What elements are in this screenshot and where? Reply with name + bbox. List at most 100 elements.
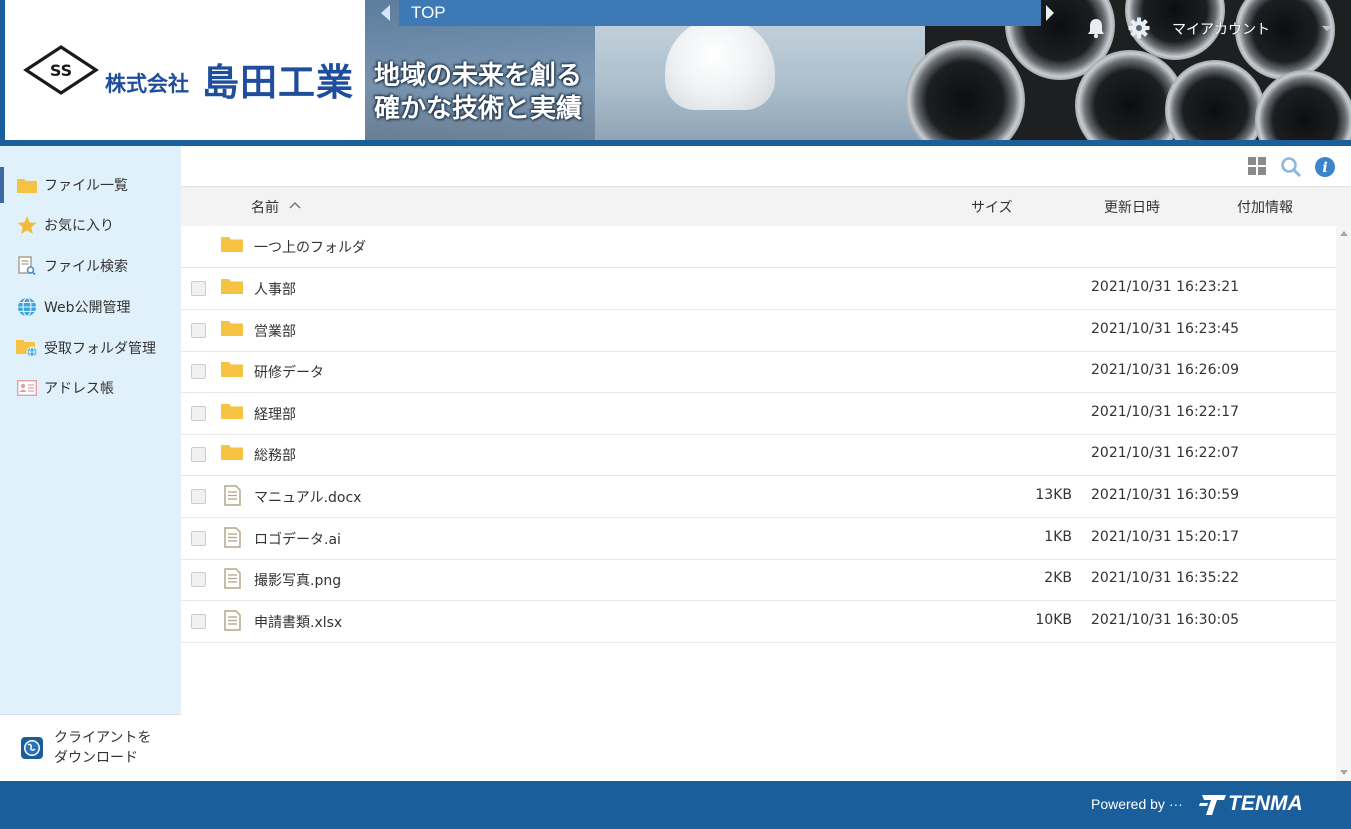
company-prefix: 株式会社 <box>105 72 189 96</box>
globe-icon <box>16 297 38 317</box>
info-icon[interactable]: i <box>1314 156 1336 178</box>
company-logo[interactable]: SS 株式会社 島田工業 <box>0 0 365 140</box>
folder-row[interactable]: 営業部 2021/10/31 16:23:45 <box>181 310 1336 352</box>
row-checkbox[interactable] <box>191 447 206 463</box>
company-name: 島田工業 <box>202 61 354 104</box>
sidebar-item-label: アドレス帳 <box>44 381 114 397</box>
bell-icon[interactable] <box>1086 17 1106 39</box>
app-footer: Powered by ··· TENMA <box>0 781 1351 829</box>
item-size: 13KB <box>1035 487 1072 503</box>
folder-row[interactable]: 研修データ 2021/10/31 16:26:09 <box>181 351 1336 394</box>
download-client-label: クライアントを ダウンロード <box>54 730 152 766</box>
item-name[interactable]: 営業部 <box>254 321 296 341</box>
file-row[interactable]: 申請書類.xlsx 10KB 2021/10/31 16:30:05 <box>181 601 1336 643</box>
folder-row[interactable]: 総務部 2021/10/31 16:22:07 <box>181 434 1336 477</box>
scroll-up-icon[interactable] <box>1340 231 1348 236</box>
account-caret-icon[interactable] <box>1322 26 1332 31</box>
file-list-scrollbar[interactable] <box>1336 226 1351 781</box>
item-name[interactable]: 撮影写真.png <box>254 570 341 590</box>
svg-text:i: i <box>1322 160 1327 176</box>
sidebar-item-label: Web公開管理 <box>44 300 131 316</box>
item-size: 1KB <box>1044 528 1072 545</box>
column-size-header[interactable]: サイズ <box>971 197 1013 217</box>
row-checkbox[interactable] <box>191 281 206 296</box>
column-extra-header[interactable]: 付加情報 <box>1237 197 1293 217</box>
folder-row[interactable]: 人事部 2021/10/31 16:23:21 <box>181 268 1336 310</box>
sidebar-item-file-list[interactable]: ファイル一覧 <box>0 167 181 203</box>
item-name[interactable]: マニュアル.docx <box>254 487 361 507</box>
document-icon <box>224 526 241 548</box>
file-list: 一つ上のフォルダ 人事部 2021/10/31 16:23:21 営業部 2021/1… <box>181 226 1336 781</box>
file-search-icon <box>16 256 38 276</box>
row-checkbox[interactable] <box>191 613 206 629</box>
item-name[interactable]: 研修データ <box>254 362 324 382</box>
row-checkbox[interactable] <box>191 530 206 546</box>
folder-row[interactable]: 経理部 2021/10/31 16:22:17 <box>181 393 1336 435</box>
column-name-header[interactable]: 名前 <box>251 197 279 217</box>
folder-icon <box>221 237 243 252</box>
item-size: 2KB <box>1044 570 1072 587</box>
item-name[interactable]: 人事部 <box>254 279 296 299</box>
file-row[interactable]: マニュアル.docx 13KB 2021/10/31 16:30:59 <box>181 476 1336 518</box>
folder-icon <box>221 445 243 461</box>
my-account-menu[interactable]: マイアカウント <box>1172 19 1270 39</box>
sidebar-item-favorites[interactable]: お気に入り <box>0 207 181 243</box>
download-globe-icon <box>21 737 43 759</box>
item-updated: 2021/10/31 16:26:09 <box>1091 362 1240 379</box>
parent-folder-label[interactable]: 一つ上のフォルダ <box>254 237 366 257</box>
row-checkbox[interactable] <box>191 572 206 588</box>
app-header: SS 株式会社 島田工業 地域の未来を創る 確かな技術と実績 TOP マイアカウ… <box>0 0 1351 146</box>
item-name[interactable]: 総務部 <box>254 445 296 465</box>
download-client-button[interactable]: クライアントを ダウンロード <box>0 714 181 781</box>
item-name[interactable]: ロゴデータ.ai <box>254 529 341 549</box>
breadcrumb-left-arrow-icon[interactable] <box>381 5 390 21</box>
sidebar-item-receive-folder[interactable]: 受取フォルダ管理 <box>0 330 181 366</box>
item-size: 10KB <box>1035 611 1072 628</box>
tenma-brand-logo[interactable]: TENMA <box>1228 792 1303 816</box>
powered-by-text: Powered by ··· <box>1091 796 1183 812</box>
logo-mark-text: SS <box>50 61 72 80</box>
breadcrumb-top[interactable]: TOP <box>411 3 446 23</box>
sort-ascending-icon[interactable] <box>289 201 301 209</box>
folder-icon <box>221 362 243 378</box>
banner-line-2: 確かな技術と実績 <box>374 94 583 124</box>
sidebar-item-label: 受取フォルダ管理 <box>44 341 156 357</box>
row-checkbox[interactable] <box>191 489 206 504</box>
row-checkbox[interactable] <box>191 405 206 421</box>
sidebar-item-web-publish[interactable]: Web公開管理 <box>0 289 181 325</box>
item-updated: 2021/10/31 16:23:45 <box>1091 320 1240 337</box>
item-updated: 2021/10/31 16:23:21 <box>1091 279 1240 295</box>
parent-folder-row[interactable]: 一つ上のフォルダ <box>181 226 1336 268</box>
item-updated: 2021/10/31 15:20:17 <box>1091 528 1240 545</box>
search-icon[interactable] <box>1280 156 1302 178</box>
column-updated-header[interactable]: 更新日時 <box>1104 197 1160 217</box>
item-updated: 2021/10/31 16:35:22 <box>1091 570 1240 587</box>
folder-icon <box>221 320 243 336</box>
sidebar: ファイル一覧 お気に入り ファイル検索 Web公開管理 受取フォルダ管理 アドレ… <box>0 146 181 781</box>
item-name[interactable]: 経理部 <box>254 404 296 424</box>
sidebar-item-address-book[interactable]: アドレス帳 <box>0 370 181 406</box>
breadcrumb-right-arrow-icon[interactable] <box>1046 5 1054 21</box>
sidebar-item-label: ファイル一覧 <box>44 178 128 194</box>
grid-view-icon[interactable] <box>1248 157 1266 175</box>
sidebar-item-label: お気に入り <box>44 218 114 234</box>
document-icon <box>224 610 241 631</box>
breadcrumb-bar[interactable]: TOP <box>399 0 1041 26</box>
folder-icon <box>16 175 38 195</box>
folder-icon <box>221 279 243 294</box>
banner-tagline: 地域の未来を創る 確かな技術と実績 <box>374 60 582 126</box>
item-updated: 2021/10/31 16:22:07 <box>1091 445 1240 462</box>
sidebar-item-label: ファイル検索 <box>44 259 128 275</box>
folder-globe-icon <box>16 338 38 358</box>
file-row[interactable]: 撮影写真.png 2KB 2021/10/31 16:35:22 <box>181 559 1336 602</box>
item-name[interactable]: 申請書類.xlsx <box>254 612 342 632</box>
file-list-header: 名前 サイズ 更新日時 付加情報 <box>181 186 1351 226</box>
row-checkbox[interactable] <box>191 322 206 338</box>
gear-icon[interactable] <box>1128 17 1150 39</box>
scroll-down-icon[interactable] <box>1340 770 1348 775</box>
sidebar-item-file-search[interactable]: ファイル検索 <box>0 248 181 284</box>
main-toolbar <box>181 146 1351 186</box>
document-icon <box>224 485 241 506</box>
row-checkbox[interactable] <box>191 364 206 380</box>
file-row[interactable]: ロゴデータ.ai 1KB 2021/10/31 15:20:17 <box>181 518 1336 560</box>
